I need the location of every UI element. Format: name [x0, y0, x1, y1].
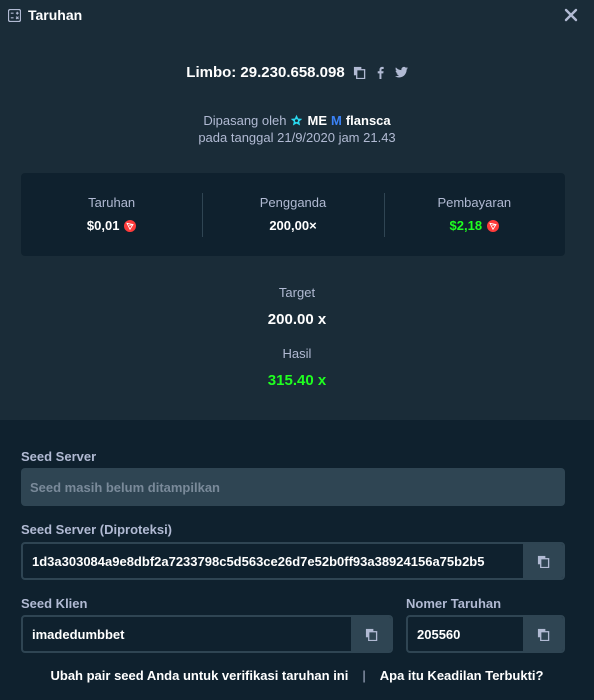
- copy-icon: [537, 555, 550, 568]
- game-title-row: Limbo: 29.230.658.098: [0, 64, 594, 81]
- twitter-icon[interactable]: [394, 66, 408, 79]
- hashed-server-seed-field[interactable]: 1d3a303084a9e8dbf2a7233798c5d563ce26d7e5…: [21, 542, 565, 580]
- client-seed-value: imadedumbbet: [32, 626, 125, 642]
- server-seed-placeholder: Seed masih belum ditampilkan: [30, 479, 220, 495]
- hashed-server-seed-label: Seed Server (Diproteksi): [21, 522, 173, 537]
- placed-date: pada tanggal 21/9/2020 jam 21.43: [198, 130, 396, 145]
- client-seed-field[interactable]: imadedumbbet: [21, 615, 393, 653]
- copy-icon: [365, 628, 378, 641]
- badge-me: ME: [307, 113, 327, 128]
- stat-payout-value: $2,18: [449, 218, 483, 233]
- placed-by-prefix: Dipasang oleh: [203, 113, 287, 128]
- copy-nonce-button[interactable]: [523, 617, 563, 651]
- server-seed-field[interactable]: Seed masih belum ditampilkan: [21, 468, 565, 506]
- stat-multiplier-value: 200,00×: [269, 218, 317, 233]
- nonce-label: Nomer Taruhan: [406, 596, 502, 611]
- copy-icon[interactable]: [353, 66, 366, 79]
- stat-multiplier: Pengganda 200,00×: [202, 173, 383, 256]
- copy-hashed-seed-button[interactable]: [523, 544, 563, 578]
- target-value: 200.00 x: [267, 311, 327, 328]
- change-seed-link[interactable]: Ubah pair seed Anda untuk verifikasi tar…: [51, 668, 349, 683]
- vip-star-icon: [290, 114, 303, 127]
- footer-separator: |: [362, 668, 366, 683]
- nonce-field[interactable]: 205560: [406, 615, 565, 653]
- stat-multiplier-label: Pengganda: [259, 195, 327, 210]
- stat-bet-label: Taruhan: [88, 195, 136, 210]
- stat-bet: Taruhan $0,01: [21, 173, 202, 256]
- stat-payout-value-row: $2,18: [384, 218, 565, 233]
- hashed-server-seed-value: 1d3a303084a9e8dbf2a7233798c5d563ce26d7e5…: [32, 553, 485, 569]
- stat-bet-value: $0,01: [86, 218, 120, 233]
- stat-payout-label: Pembayaran: [437, 195, 512, 210]
- stat-bet-value-row: $0,01: [21, 218, 202, 233]
- close-icon[interactable]: [564, 8, 578, 22]
- bet-stats: Taruhan $0,01 Pengganda 200,00× Pembayar…: [21, 173, 565, 256]
- nonce-value: 205560: [417, 626, 461, 642]
- username[interactable]: flansca: [346, 112, 391, 129]
- footer-links: Ubah pair seed Anda untuk verifikasi tar…: [0, 668, 594, 683]
- facebook-icon[interactable]: [374, 66, 387, 79]
- server-seed-label: Seed Server: [21, 449, 97, 464]
- target-block: Target 200.00 x: [0, 285, 594, 328]
- copy-client-seed-button[interactable]: [351, 617, 391, 651]
- placed-by-info: Dipasang oleh ME M flansca pada tanggal …: [0, 112, 594, 146]
- modal-title: Taruhan: [28, 7, 83, 23]
- bets-icon: [8, 8, 21, 22]
- copy-icon: [537, 628, 550, 641]
- badge-m: M: [330, 113, 342, 128]
- result-block: Hasil 315.40 x: [0, 346, 594, 389]
- modal-header: Taruhan: [8, 7, 82, 23]
- tron-coin-icon: [124, 219, 137, 232]
- target-label: Target: [278, 285, 316, 300]
- result-label: Hasil: [282, 346, 312, 361]
- stat-payout: Pembayaran $2,18: [383, 173, 565, 256]
- client-seed-label: Seed Klien: [21, 596, 88, 611]
- game-title: Limbo: 29.230.658.098: [186, 64, 345, 81]
- tron-coin-icon: [487, 219, 500, 232]
- result-value: 315.40 x: [267, 372, 327, 389]
- provably-fair-link[interactable]: Apa itu Keadilan Terbukti?: [380, 668, 544, 683]
